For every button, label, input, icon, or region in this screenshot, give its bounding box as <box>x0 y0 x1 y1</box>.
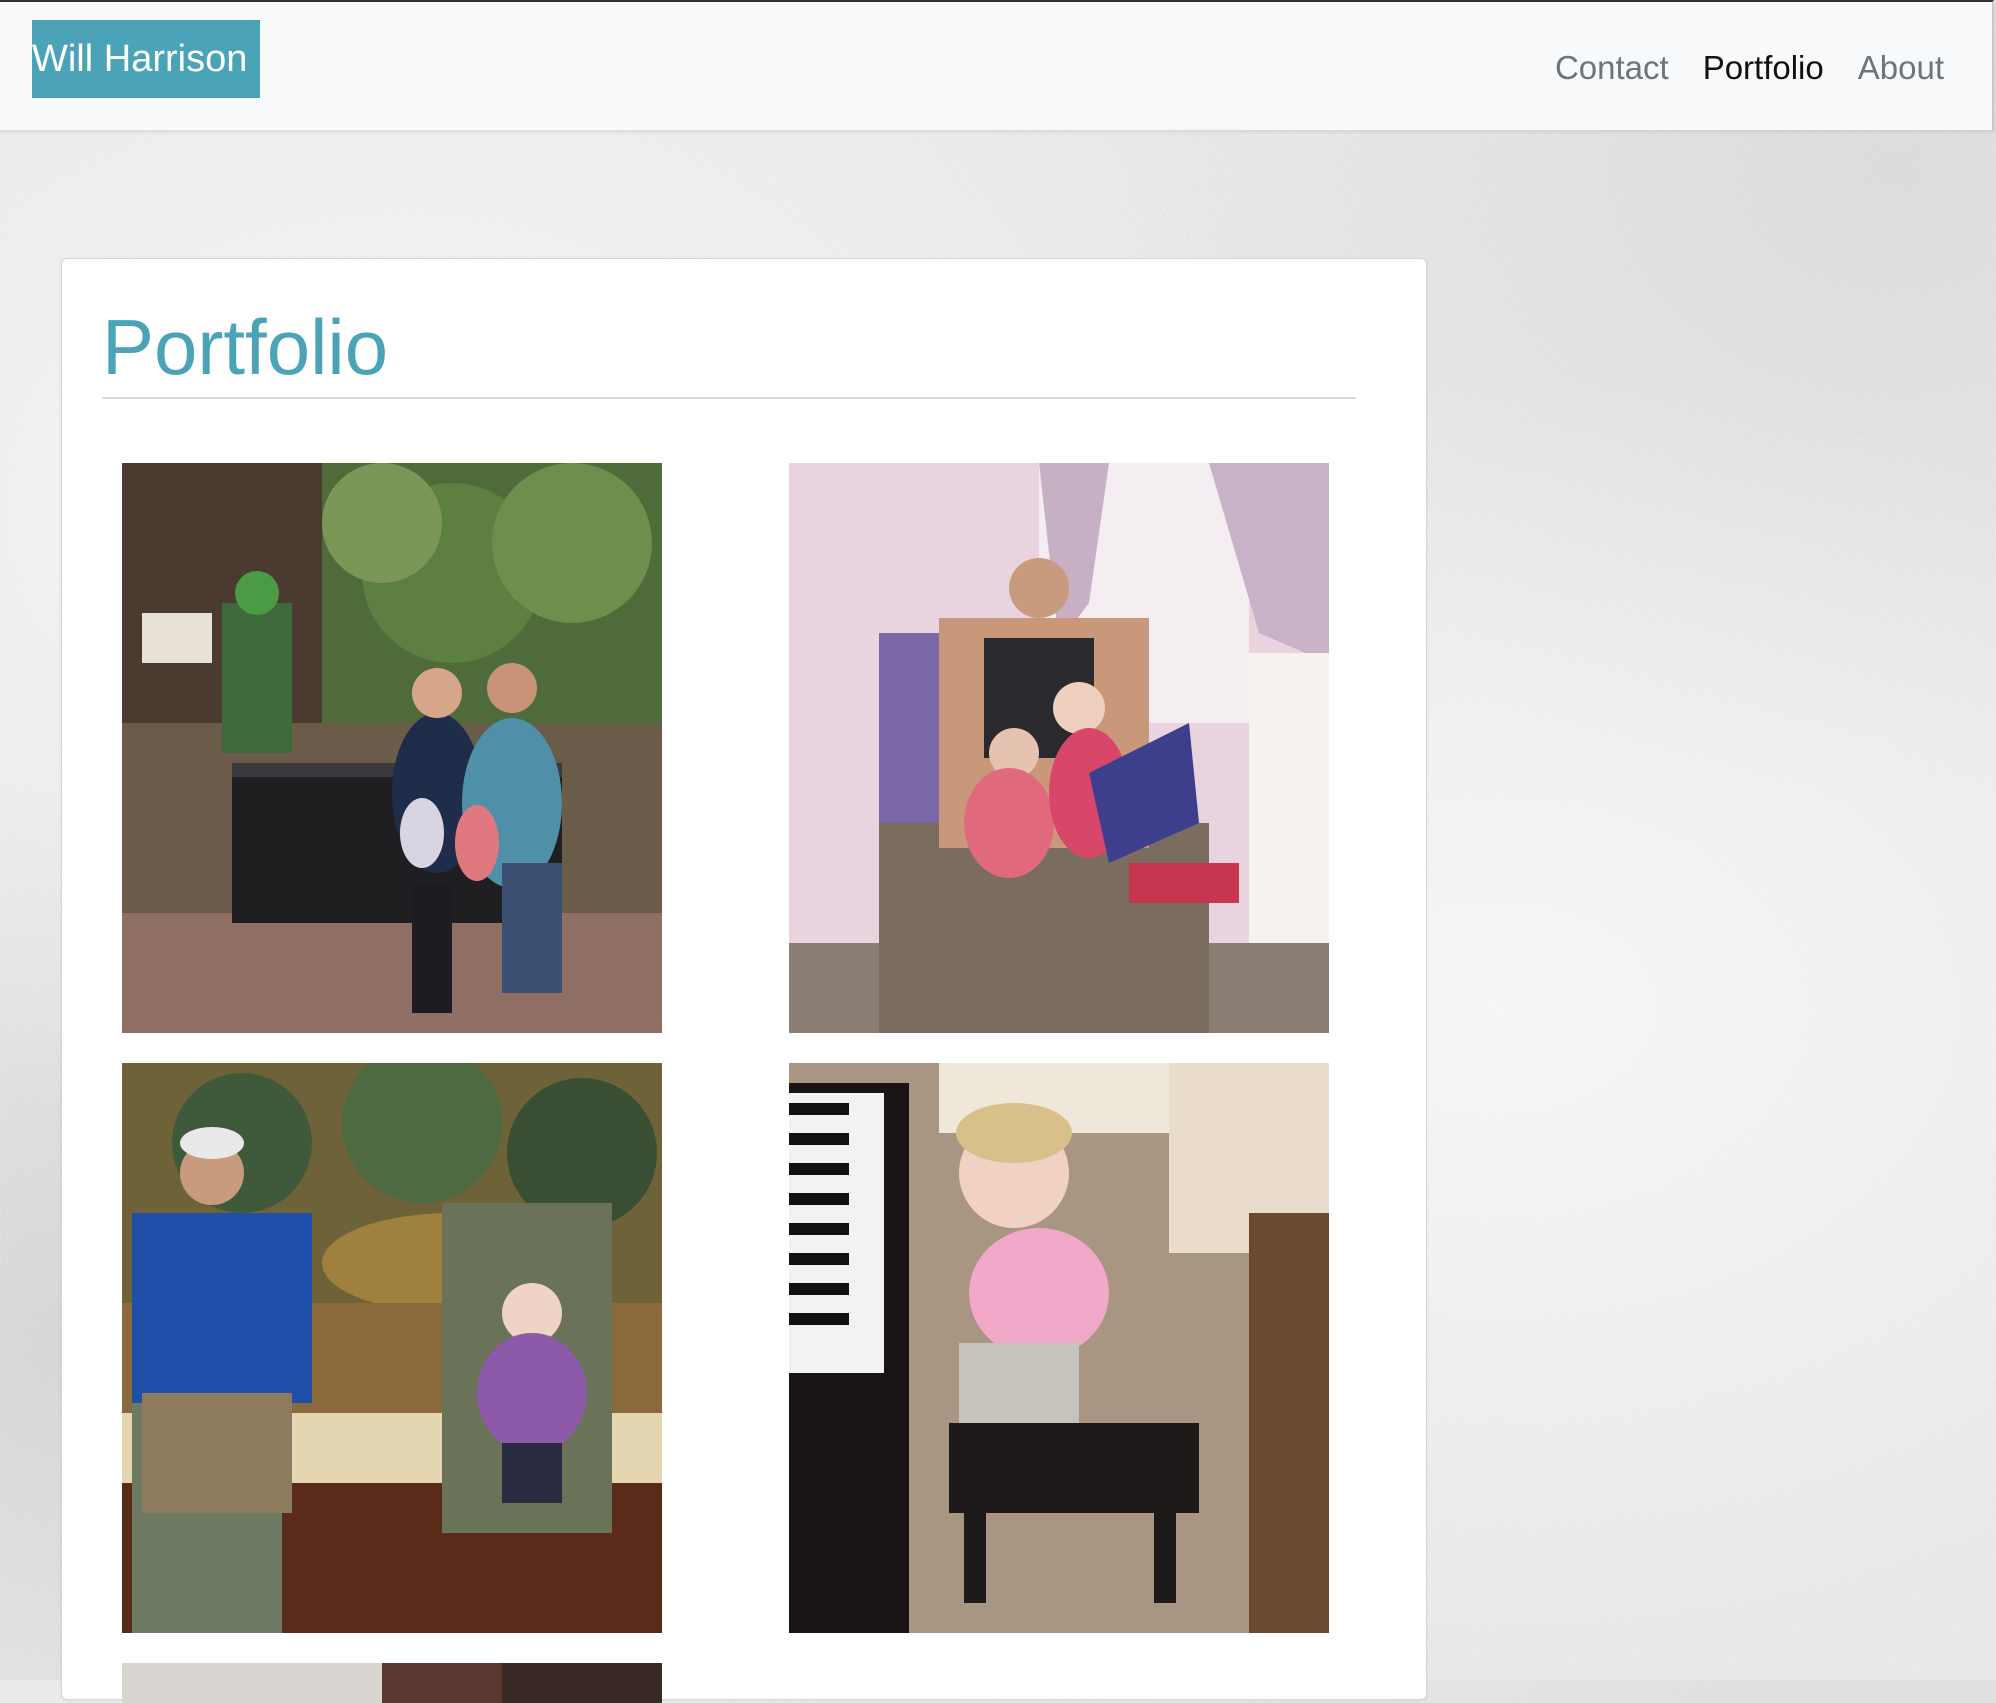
top-navbar: Will Harrison Contact Portfolio About <box>0 0 1994 130</box>
nav-link-about[interactable]: About <box>1858 49 1944 87</box>
reading-chair-image <box>789 463 1329 1033</box>
piano-toddler-image <box>789 1063 1329 1633</box>
nav-link-portfolio[interactable]: Portfolio <box>1703 49 1824 87</box>
portfolio-photo-tapestry-chairs[interactable] <box>122 1063 662 1633</box>
brand-link[interactable]: Will Harrison <box>32 20 260 98</box>
portfolio-photo-partial[interactable] <box>122 1663 662 1703</box>
portfolio-card: Portfolio <box>61 258 1427 1703</box>
portfolio-photo-family-bench[interactable] <box>122 463 662 1033</box>
family-bench-image <box>122 463 662 1033</box>
title-divider <box>102 397 1356 399</box>
nav-links: Contact Portfolio About <box>1555 40 1944 96</box>
portfolio-photo-piano-toddler[interactable] <box>789 1063 1329 1633</box>
tapestry-chairs-image <box>122 1063 662 1633</box>
page-title: Portfolio <box>102 303 389 391</box>
partial-photo-image <box>122 1663 662 1703</box>
portfolio-photo-reading-chair[interactable] <box>789 463 1329 1033</box>
nav-link-contact[interactable]: Contact <box>1555 49 1669 87</box>
